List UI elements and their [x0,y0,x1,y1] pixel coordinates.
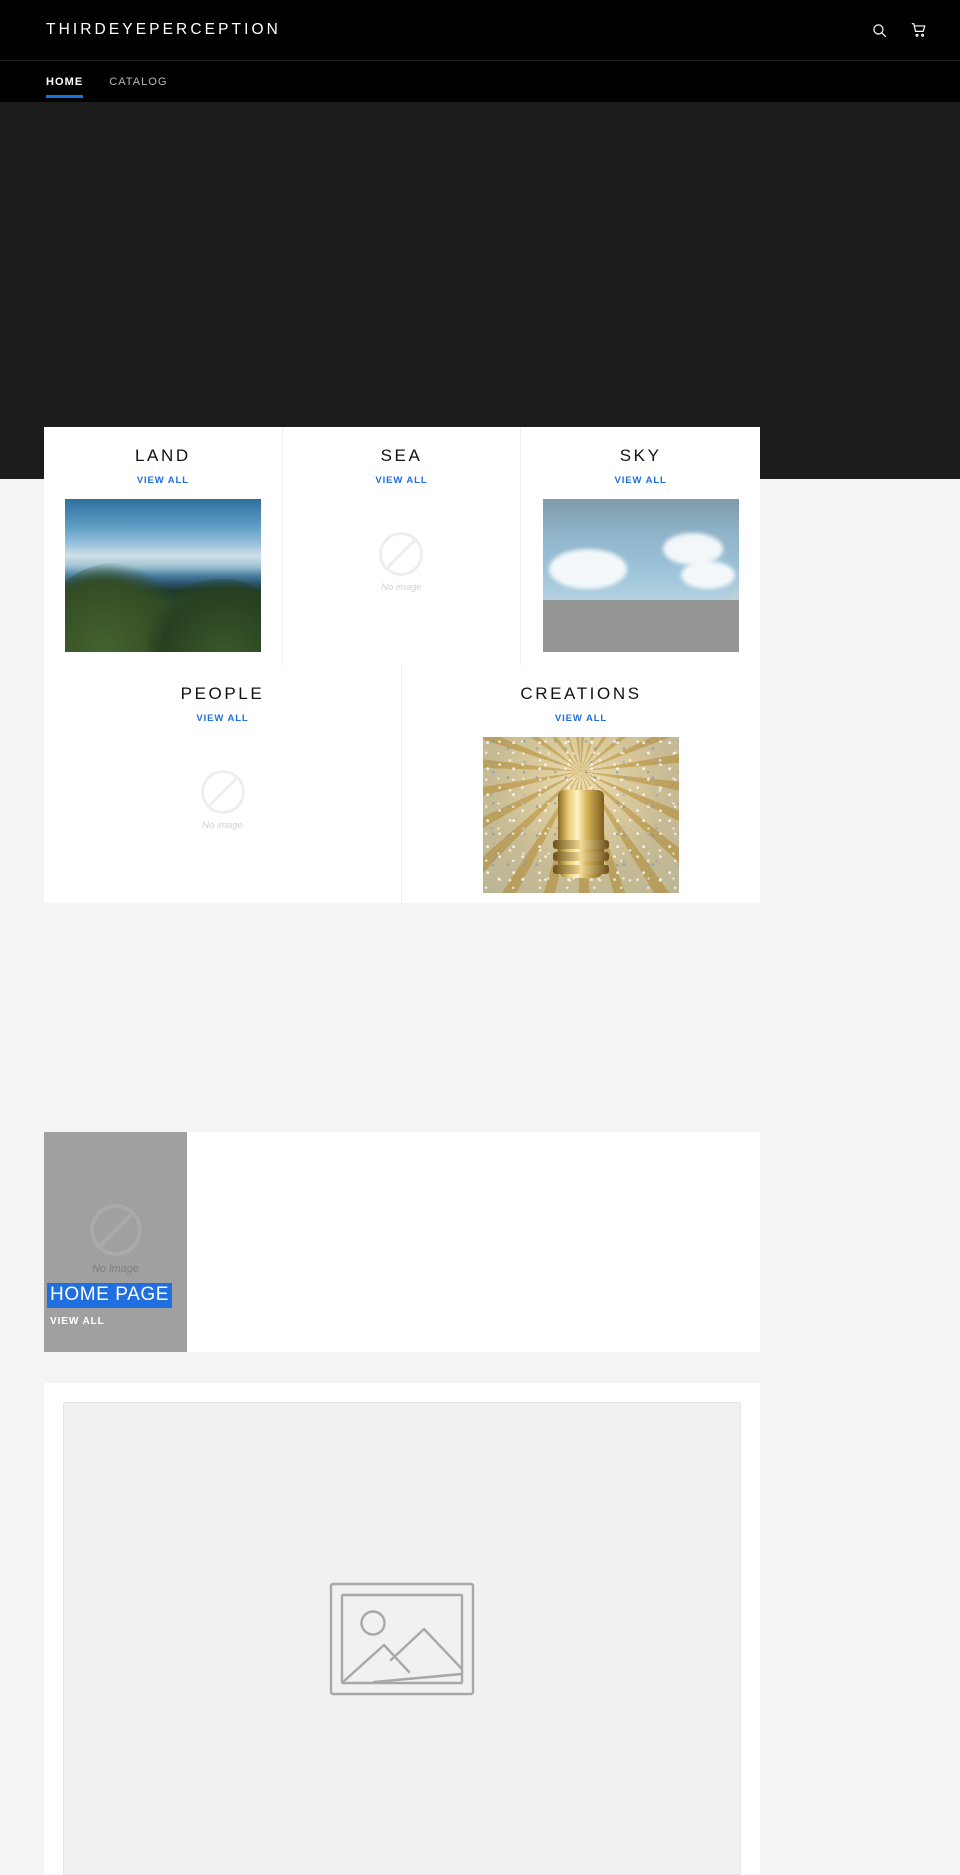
site-logo[interactable]: THIRDEYEPERCEPTION [46,21,281,39]
collection-image-sky[interactable] [542,499,739,652]
header-actions [866,17,932,43]
view-all-link-people[interactable]: VIEW ALL [196,713,248,724]
hero-banner [0,102,960,479]
parasol-band [553,852,609,862]
collection-image-creations[interactable] [483,737,679,893]
cloud-shape [662,533,723,565]
no-image-icon [89,1204,142,1256]
collection-image-people[interactable]: No image [200,770,245,831]
page-root: THIRDEYEPERCEPTION HOME CATALOG LAND VIE… [0,0,960,1875]
nav-item-home[interactable]: HOME [46,61,84,103]
main-navigation: HOME CATALOG [0,60,960,102]
no-image-icon [200,770,245,814]
bottom-image-block [44,1383,760,1875]
collection-card-land[interactable]: LAND VIEW ALL [44,427,283,665]
collection-title-land: LAND [134,446,191,465]
featured-collection-block: No image HOME PAGE VIEW ALL [44,1132,760,1352]
nav-item-catalog[interactable]: CATALOG [109,61,167,103]
parasol-band [553,839,609,849]
unloaded-image-area [542,600,739,652]
no-image-label: No image [381,582,422,593]
collection-row-1: LAND VIEW ALL SEA VIEW ALL No image SKY … [44,427,760,665]
collection-image-sea[interactable]: No image [379,532,424,593]
no-image-placeholder-people: No image [200,770,245,831]
bottom-image-canvas[interactable] [63,1402,741,1875]
no-image-label: No image [202,820,243,831]
collection-row-2: PEOPLE VIEW ALL No image CREATIONS VIEW … [44,665,760,903]
collection-title-creations: CREATIONS [520,684,642,703]
collection-image-land[interactable] [64,499,261,652]
search-icon[interactable] [866,17,892,43]
featured-body [187,1132,760,1352]
collection-card-sky[interactable]: SKY VIEW ALL [521,427,760,665]
coastal-hills-image [64,499,261,652]
view-all-link-creations[interactable]: VIEW ALL [555,713,607,724]
parasol-band [553,864,609,874]
shopping-cart-icon[interactable] [906,17,932,43]
collection-card-creations[interactable]: CREATIONS VIEW ALL [402,665,760,903]
image-placeholder-icon [329,1582,475,1695]
collection-title-people: PEOPLE [180,684,265,703]
cloud-shape [548,549,627,589]
featured-title: HOME PAGE [47,1283,173,1309]
collection-card-sea[interactable]: SEA VIEW ALL No image [282,427,522,665]
view-all-link-land[interactable]: VIEW ALL [137,475,189,486]
no-image-icon [379,532,424,576]
collection-card-people[interactable]: PEOPLE VIEW ALL No image [44,665,402,903]
featured-caption: HOME PAGE VIEW ALL [47,1283,187,1327]
site-header: THIRDEYEPERCEPTION [0,0,960,60]
collection-list: LAND VIEW ALL SEA VIEW ALL No image SKY … [44,427,760,903]
view-all-link-sea[interactable]: VIEW ALL [375,475,427,486]
cloud-shape [680,561,735,589]
view-all-link-sky[interactable]: VIEW ALL [615,475,667,486]
no-image-label: No image [91,1263,140,1275]
collection-title-sky: SKY [619,446,662,465]
no-image-placeholder-sea: No image [379,532,424,593]
rainbow-clouds-image [542,499,739,652]
collection-title-sea: SEA [380,446,423,465]
featured-view-all-link[interactable]: VIEW ALL [50,1316,187,1327]
golden-parasol-image [483,737,679,893]
featured-image-placeholder[interactable]: No image HOME PAGE VIEW ALL [44,1132,187,1352]
